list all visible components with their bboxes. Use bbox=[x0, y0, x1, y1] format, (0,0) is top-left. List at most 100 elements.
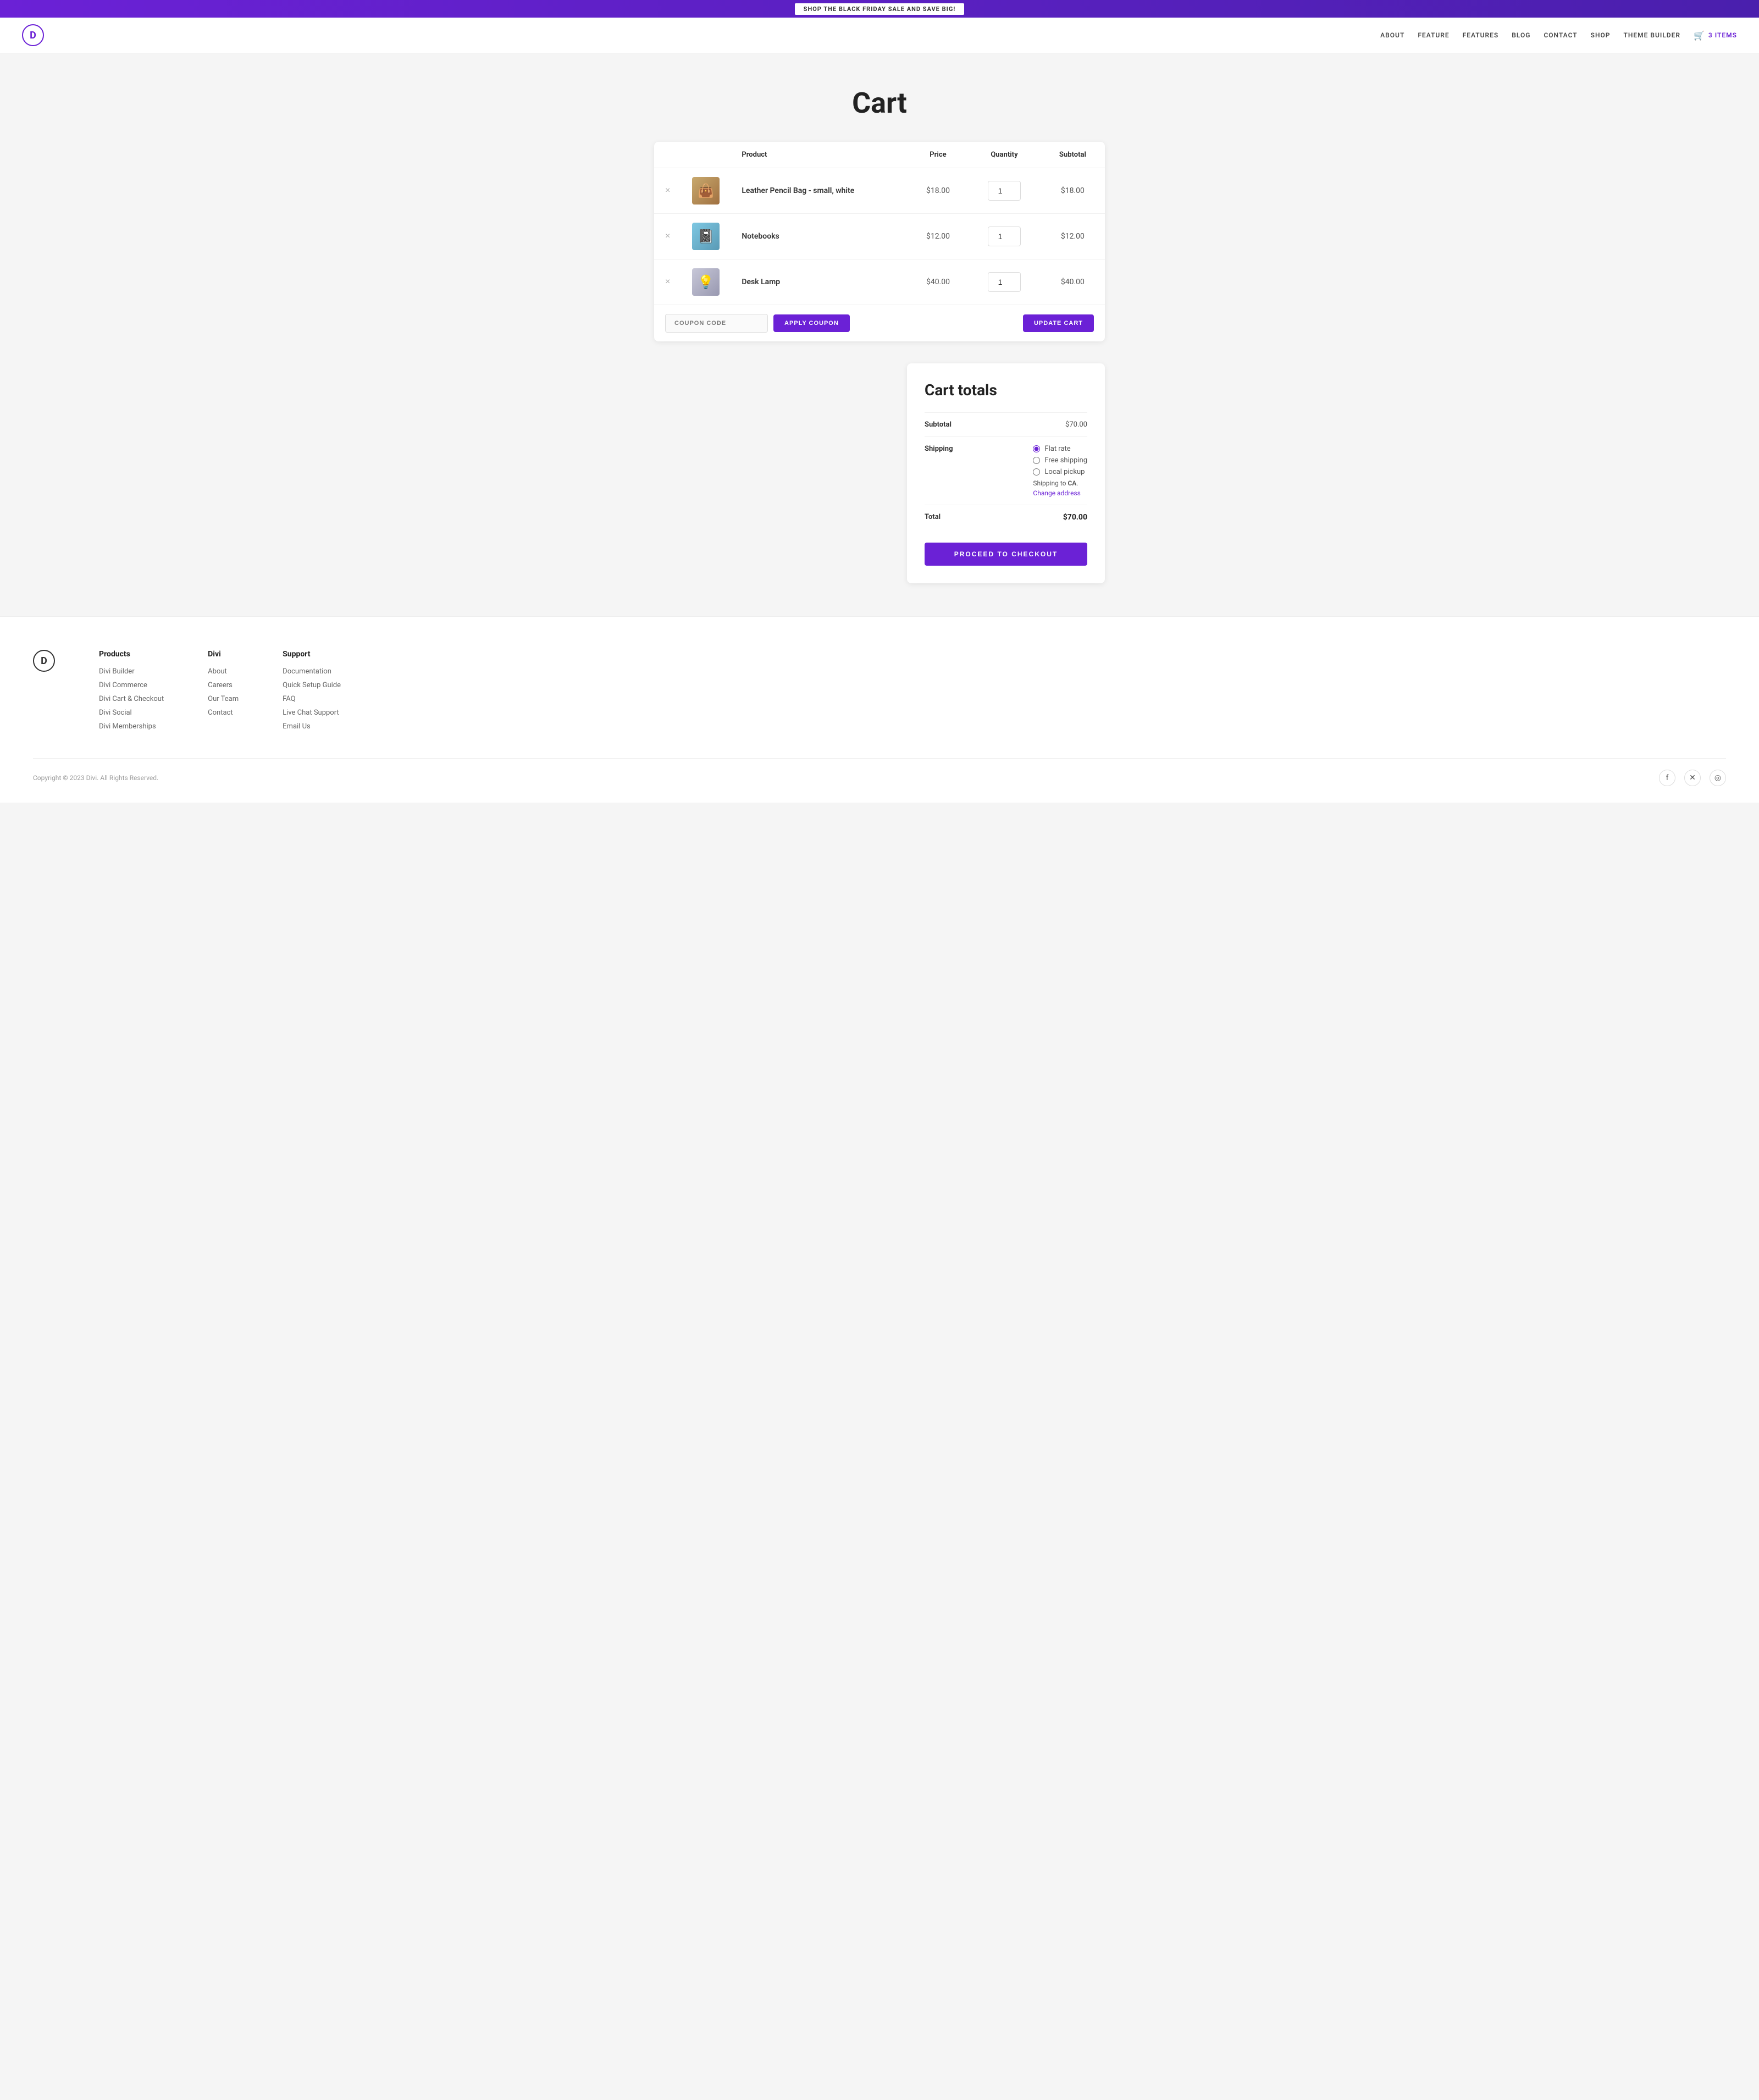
shipping-flat-rate-radio[interactable] bbox=[1033, 445, 1040, 452]
product-image: 👜 bbox=[692, 177, 720, 205]
remove-item-button[interactable]: × bbox=[665, 186, 670, 196]
logo-letter: D bbox=[30, 30, 36, 41]
cart-totals-title: Cart totals bbox=[925, 381, 1087, 399]
price-cell: $12.00 bbox=[908, 214, 968, 259]
change-address-link[interactable]: Change address bbox=[1033, 489, 1087, 497]
shipping-state: CA bbox=[1067, 479, 1076, 487]
coupon-input[interactable] bbox=[665, 314, 768, 333]
product-img-emoji: 💡 bbox=[698, 274, 714, 290]
footer-support-col: Support Documentation Quick Setup Guide FA… bbox=[283, 650, 341, 736]
price-cell: $18.00 bbox=[908, 168, 968, 214]
subtotal-label: Subtotal bbox=[925, 421, 952, 429]
footer-link[interactable]: Divi Builder bbox=[99, 667, 164, 676]
logo[interactable]: D bbox=[22, 24, 44, 46]
remove-cell: × bbox=[654, 168, 681, 214]
footer-logo-letter: D bbox=[41, 655, 47, 667]
shipping-local-pickup-radio[interactable] bbox=[1033, 468, 1040, 476]
main-nav: ABOUT FEATURE FEATURES BLOG CONTACT SHOP… bbox=[1380, 30, 1737, 41]
subtotal-cell: $18.00 bbox=[1041, 168, 1105, 214]
facebook-icon[interactable]: f bbox=[1659, 770, 1675, 786]
img-cell: 📓 bbox=[681, 214, 731, 259]
footer-top: D Products Divi Builder Divi Commerce Divi… bbox=[33, 650, 1726, 758]
footer-link[interactable]: Divi Commerce bbox=[99, 681, 164, 689]
twitter-x-icon[interactable]: ✕ bbox=[1684, 770, 1701, 786]
footer-products-col: Products Divi Builder Divi Commerce Divi C… bbox=[99, 650, 164, 736]
apply-coupon-button[interactable]: APPLY COUPON bbox=[773, 314, 850, 332]
col-remove bbox=[654, 142, 681, 168]
remove-item-button[interactable]: × bbox=[665, 231, 670, 241]
nav-features[interactable]: FEATURES bbox=[1463, 31, 1499, 39]
nav-contact[interactable]: CONTACT bbox=[1544, 31, 1577, 39]
name-cell: Leather Pencil Bag - small, white bbox=[731, 168, 908, 214]
update-cart-button[interactable]: UPDATE CART bbox=[1023, 314, 1094, 332]
total-label: Total bbox=[925, 513, 941, 521]
footer-link[interactable]: FAQ bbox=[283, 695, 341, 703]
footer-divi-heading: Divi bbox=[208, 650, 239, 659]
nav-theme-builder[interactable]: THEME BUILDER bbox=[1623, 31, 1680, 39]
shipping-local-pickup[interactable]: Local pickup bbox=[1033, 468, 1087, 476]
footer-products-heading: Products bbox=[99, 650, 164, 659]
checkout-button[interactable]: PROCEED TO CHECKOUT bbox=[925, 543, 1087, 566]
footer-link[interactable]: Divi Memberships bbox=[99, 722, 164, 731]
cart-totals: Cart totals Subtotal $70.00 Shipping Fla… bbox=[907, 363, 1105, 583]
shipping-free-label: Free shipping bbox=[1044, 456, 1087, 465]
footer-link[interactable]: Email Us bbox=[283, 722, 341, 731]
shipping-flat-rate-label: Flat rate bbox=[1044, 445, 1070, 453]
social-icons: f ✕ ◎ bbox=[1659, 770, 1726, 786]
instagram-icon[interactable]: ◎ bbox=[1710, 770, 1726, 786]
nav-feature[interactable]: FEATURE bbox=[1418, 31, 1449, 39]
top-banner: SHOP THE BLACK FRIDAY SALE AND SAVE BIG! bbox=[0, 0, 1759, 18]
qty-cell bbox=[968, 259, 1041, 305]
col-img bbox=[681, 142, 731, 168]
footer-link[interactable]: Live Chat Support bbox=[283, 709, 341, 717]
table-row: × 💡 Desk Lamp $40.00 $40.00 bbox=[654, 259, 1105, 305]
remove-item-button[interactable]: × bbox=[665, 277, 670, 287]
nav-blog[interactable]: BLOG bbox=[1512, 31, 1530, 39]
footer-link[interactable]: Divi Cart & Checkout bbox=[99, 695, 164, 703]
shipping-free[interactable]: Free shipping bbox=[1033, 456, 1087, 465]
header: D ABOUT FEATURE FEATURES BLOG CONTACT SH… bbox=[0, 18, 1759, 53]
table-row: × 📓 Notebooks $12.00 $12.00 bbox=[654, 214, 1105, 259]
banner-text: SHOP THE BLACK FRIDAY SALE AND SAVE BIG! bbox=[795, 3, 965, 15]
footer-link[interactable]: Quick Setup Guide bbox=[283, 681, 341, 689]
nav-cart[interactable]: 🛒 3 ITEMS bbox=[1694, 30, 1737, 41]
col-qty-header: Quantity bbox=[968, 142, 1041, 168]
footer-logo: D bbox=[33, 650, 55, 672]
product-name: Notebooks bbox=[742, 232, 779, 241]
footer: D Products Divi Builder Divi Commerce Divi… bbox=[0, 616, 1759, 803]
shipping-row: Shipping Flat rate Free shipping bbox=[925, 436, 1087, 505]
footer-link[interactable]: Documentation bbox=[283, 667, 341, 676]
name-cell: Notebooks bbox=[731, 214, 908, 259]
product-image: 📓 bbox=[692, 223, 720, 250]
shipping-note: Shipping to CA. bbox=[1033, 479, 1087, 487]
main-content: Product Price Quantity Subtotal × 👜 Leat… bbox=[643, 142, 1116, 616]
footer-link[interactable]: Contact bbox=[208, 709, 239, 717]
shipping-free-radio[interactable] bbox=[1033, 457, 1040, 464]
product-img-emoji: 📓 bbox=[698, 229, 714, 244]
price-cell: $40.00 bbox=[908, 259, 968, 305]
nav-shop[interactable]: SHOP bbox=[1591, 31, 1611, 39]
footer-link[interactable]: Careers bbox=[208, 681, 239, 689]
footer-link[interactable]: Our Team bbox=[208, 695, 239, 703]
col-subtotal-header: Subtotal bbox=[1041, 142, 1105, 168]
shipping-flat-rate[interactable]: Flat rate bbox=[1033, 445, 1087, 453]
nav-about[interactable]: ABOUT bbox=[1380, 31, 1404, 39]
subtotal-cell: $40.00 bbox=[1041, 259, 1105, 305]
page-title-section: Cart bbox=[0, 53, 1759, 142]
product-name: Leather Pencil Bag - small, white bbox=[742, 186, 854, 195]
quantity-input[interactable] bbox=[988, 272, 1021, 292]
quantity-input[interactable] bbox=[988, 226, 1021, 246]
col-product-header: Product bbox=[731, 142, 908, 168]
footer-support-heading: Support bbox=[283, 650, 341, 659]
product-img-emoji: 👜 bbox=[698, 183, 714, 198]
footer-link[interactable]: Divi Social bbox=[99, 709, 164, 717]
quantity-input[interactable] bbox=[988, 181, 1021, 201]
img-cell: 💡 bbox=[681, 259, 731, 305]
shipping-label: Shipping bbox=[925, 445, 953, 453]
cart-item-count: 3 ITEMS bbox=[1708, 31, 1737, 39]
footer-bottom: Copyright © 2023 Divi. All Rights Reserv… bbox=[33, 758, 1726, 786]
footer-link[interactable]: About bbox=[208, 667, 239, 676]
coupon-area: APPLY COUPON bbox=[665, 314, 850, 333]
remove-cell: × bbox=[654, 214, 681, 259]
qty-cell bbox=[968, 214, 1041, 259]
